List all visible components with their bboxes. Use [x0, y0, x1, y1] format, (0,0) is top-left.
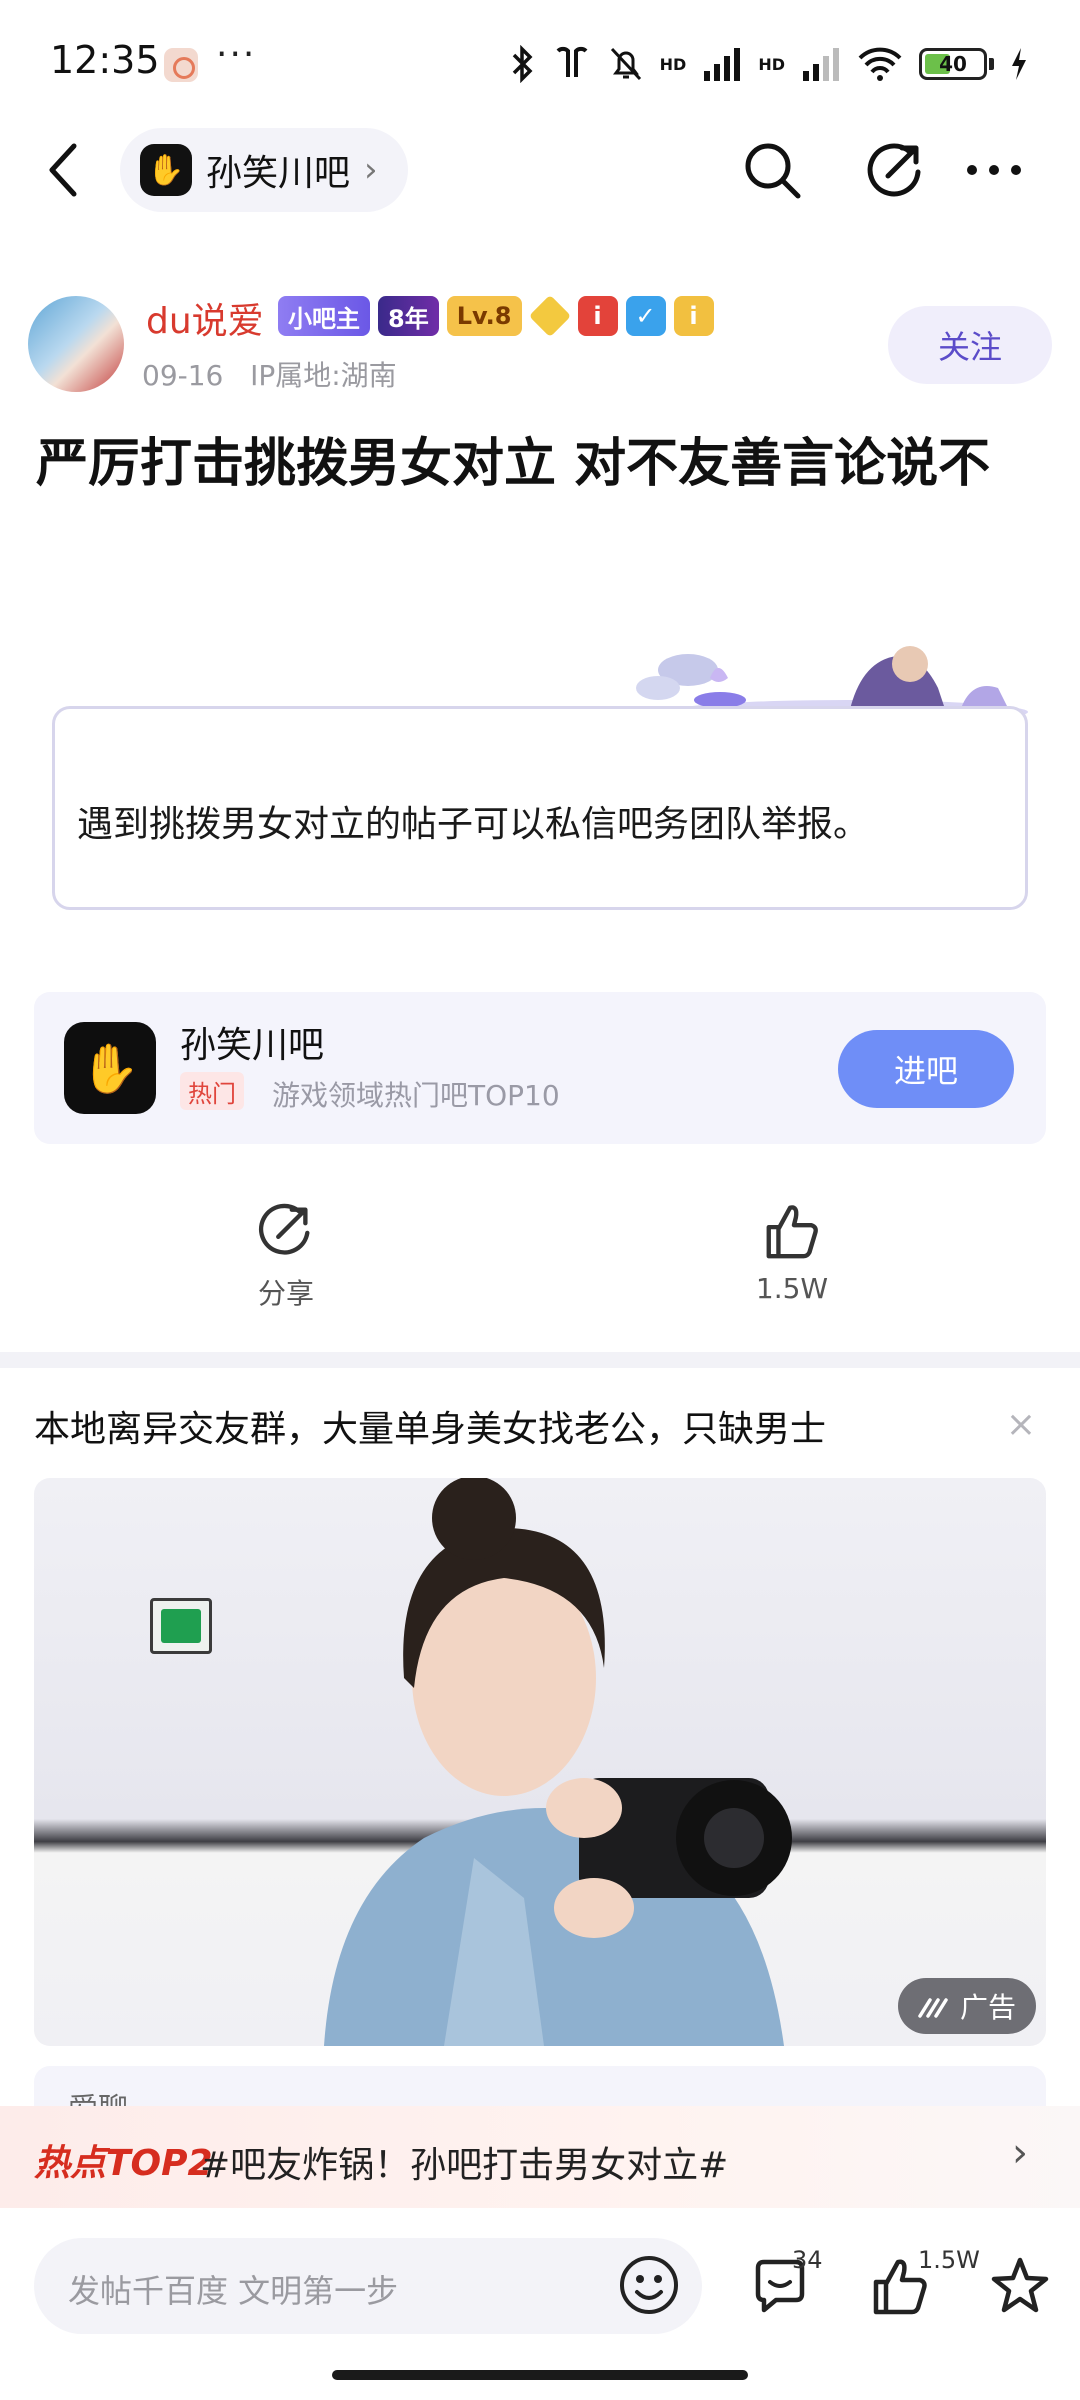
forum-card-desc: 游戏领域热门吧TOP10 — [272, 1079, 560, 1112]
like-count: 1.5W — [755, 1272, 829, 1305]
author-avatar[interactable] — [28, 296, 124, 392]
post-meta: 09-16 IP属地:湖南 — [142, 354, 397, 394]
status-icons: HD HD 40 — [510, 40, 1028, 88]
author-name[interactable]: du说爱 — [146, 292, 264, 344]
badge-extra: i — [673, 296, 714, 336]
forum-name: 孙笑川吧 — [206, 153, 351, 194]
badge-gem-icon — [528, 294, 571, 338]
notice-card: 遇到挑拨男女对立的帖子可以私信吧务团队举报。 — [52, 706, 1028, 910]
battery-cap — [989, 58, 994, 70]
status-bar: 12:35 ··· HD HD 40 — [0, 0, 1080, 120]
chevron-right-icon: › — [1012, 2130, 1028, 2176]
notice-text: 遇到挑拨男女对立的帖子可以私信吧务团队举报。 — [77, 804, 870, 845]
reply-placeholder: 发帖千百度 文明第一步 — [68, 2272, 399, 2310]
top-nav-bar: ✋ 孙笑川吧 › — [0, 120, 1080, 220]
ad-photo-person — [324, 1478, 792, 2046]
hd-label-2: HD — [758, 54, 785, 74]
battery-icon: 40 — [919, 48, 987, 80]
post-author: du说爱 小吧主 8年 Lv.8 i ✓ i 09-16 IP属地:湖南 关注 — [28, 292, 1058, 412]
charging-icon — [1012, 48, 1026, 80]
bluetooth-icon — [512, 45, 533, 83]
earbuds-icon — [556, 46, 588, 77]
ad-logo-icon — [918, 1998, 948, 2018]
share-post-icon[interactable] — [864, 138, 928, 202]
status-time: 12:35 — [50, 38, 160, 82]
badge-shield-icon: ✓ — [625, 296, 666, 336]
exit-sign-graphic — [150, 1598, 212, 1654]
author-badges: 小吧主 8年 Lv.8 i ✓ i — [278, 294, 714, 338]
hot-topic-banner[interactable]: 热点TOP2 #吧友炸锅！孙吧打击男女对立# › — [0, 2106, 1080, 2208]
like-count-bottom: 1.5W — [918, 2246, 980, 2274]
forum-card[interactable]: ✋ 孙笑川吧 热门 游戏领域热门吧TOP10 进吧 — [34, 992, 1046, 1144]
emoji-icon[interactable] — [618, 2254, 680, 2316]
share-action[interactable]: 分享 — [206, 1200, 366, 1320]
forum-pill[interactable]: ✋ 孙笑川吧 › — [120, 128, 408, 212]
thumbs-up-icon — [766, 1205, 818, 1259]
post-title: 严厉打击挑拨男女对立 对不友善言论说不 — [36, 434, 991, 494]
close-icon[interactable]: × — [1006, 1404, 1036, 1445]
wifi-icon — [858, 47, 902, 81]
ad-badge[interactable]: 广告 — [897, 1978, 1036, 2034]
forum-card-avatar: ✋ — [64, 1022, 156, 1114]
forum-card-name: 孙笑川吧 — [180, 1025, 325, 1066]
hot-topic-text: #吧友炸锅！孙吧打击男女对立# — [200, 2145, 729, 2186]
forum-avatar: ✋ — [140, 144, 192, 196]
follow-button[interactable]: 关注 — [888, 306, 1052, 384]
ad-badge-label: 广告 — [959, 1991, 1016, 2024]
like-action[interactable]: 1.5W — [712, 1200, 872, 1320]
badge-info: i — [577, 296, 618, 336]
hot-tag: 热门 — [180, 1072, 244, 1110]
battery-level: 40 — [939, 52, 967, 76]
badge-owner: 小吧主 — [278, 296, 370, 336]
share-icon — [258, 1203, 310, 1255]
star-icon[interactable] — [988, 2254, 1052, 2318]
mute-bell-icon — [610, 47, 641, 81]
signal-icon — [704, 48, 741, 81]
hot-rank-tag: 热点TOP2 — [34, 2143, 213, 2184]
enter-forum-button[interactable]: 进吧 — [838, 1030, 1014, 1108]
hd-label-1: HD — [659, 54, 687, 74]
post-ip: IP属地:湖南 — [250, 359, 397, 392]
chevron-right-icon: › — [364, 150, 378, 190]
comment-count: 34 — [792, 2246, 823, 2274]
back-arrow-icon[interactable] — [40, 140, 90, 200]
ad-image[interactable]: 广告 — [34, 1478, 1046, 2046]
more-icon[interactable] — [962, 138, 1026, 202]
post-date: 09-16 — [142, 359, 224, 392]
reply-input[interactable]: 发帖千百度 文明第一步 — [34, 2238, 702, 2334]
home-indicator[interactable] — [332, 2370, 748, 2380]
badge-years: 8年 — [378, 296, 439, 336]
ad-headline[interactable]: 本地离异交友群，大量单身美女找老公，只缺男士 — [34, 1400, 826, 1452]
section-divider — [0, 1352, 1080, 1368]
signal-icon — [803, 48, 839, 81]
search-icon[interactable] — [740, 138, 804, 202]
status-more: ··· — [216, 34, 257, 75]
app-notification-icon — [164, 48, 198, 82]
badge-level: Lv.8 — [446, 296, 522, 336]
share-label: 分享 — [257, 1277, 314, 1310]
